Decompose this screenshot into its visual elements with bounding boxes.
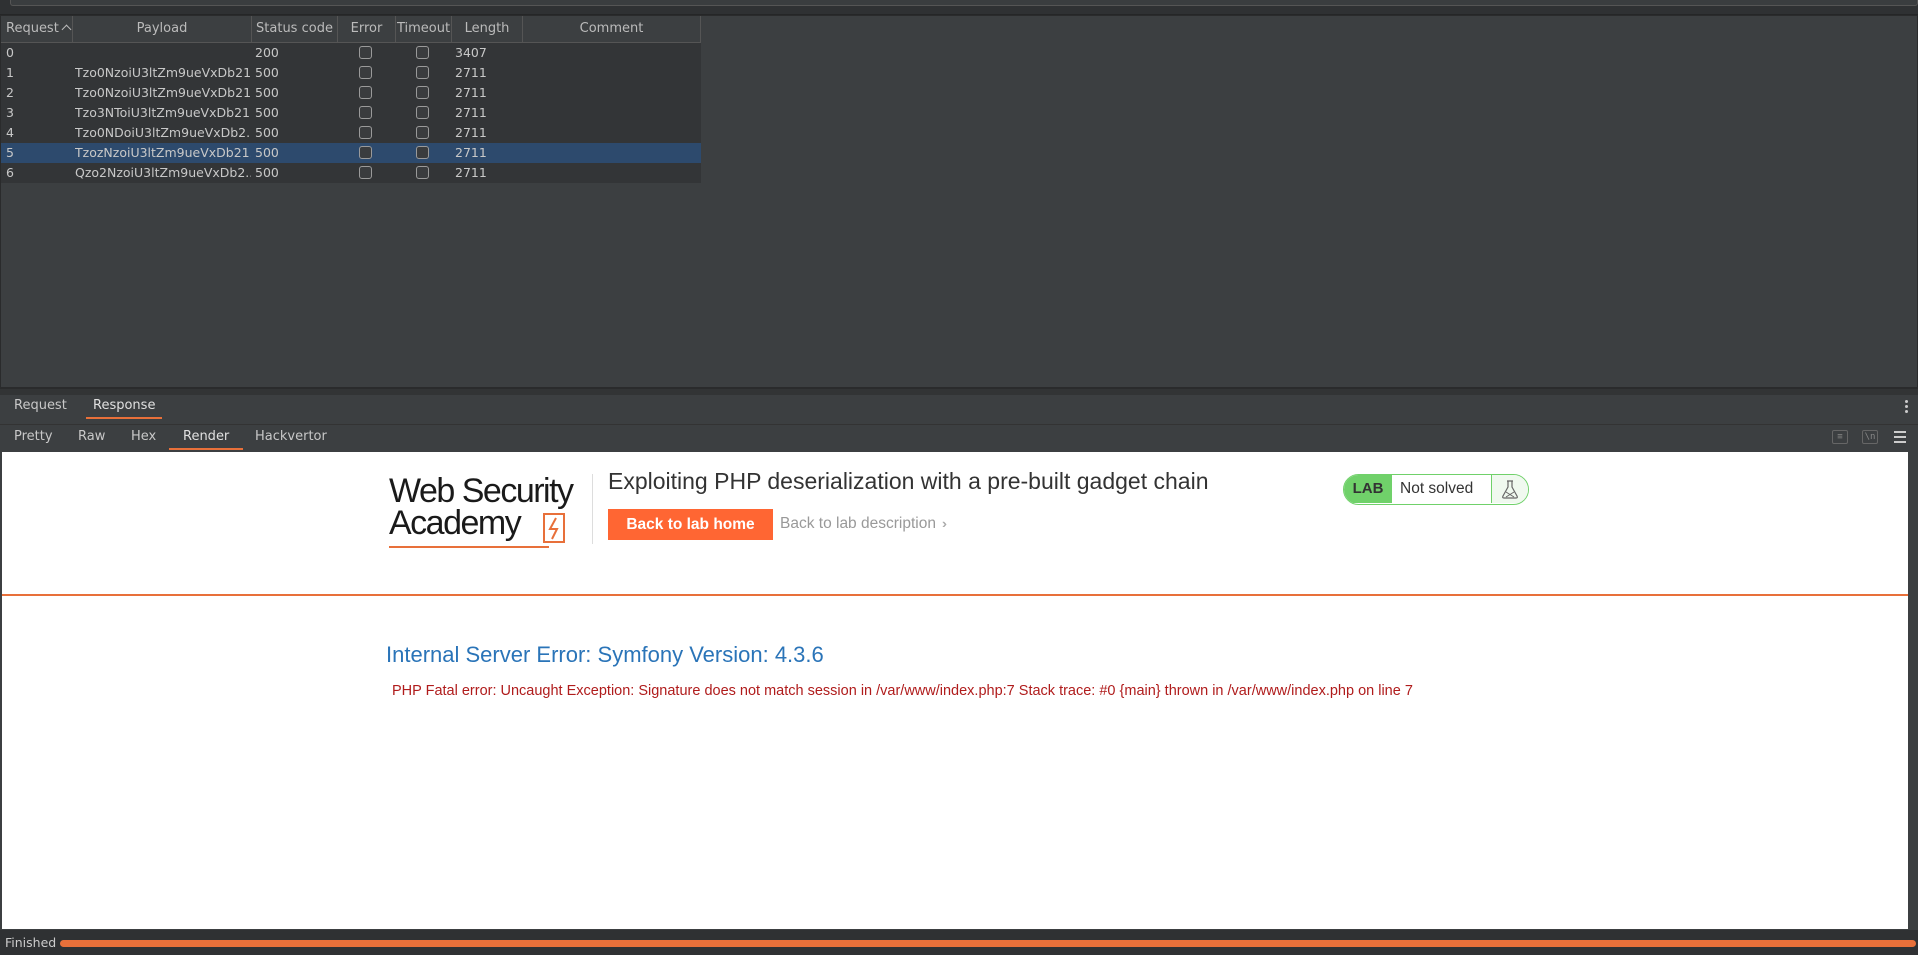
back-to-lab-home-button[interactable]: Back to lab home: [608, 509, 773, 540]
render-scrollbar[interactable]: [1908, 452, 1918, 929]
table-row[interactable]: 3 Tzo3NToiU3ltZm9ueVxDb21... 500 2711: [1, 103, 701, 123]
tab-response[interactable]: Response: [86, 395, 163, 419]
error-checkbox[interactable]: [359, 146, 372, 159]
cell-request: 4: [6, 125, 14, 140]
timeout-checkbox[interactable]: [416, 126, 429, 139]
cell-length: 2711: [455, 85, 487, 100]
cell-status: 500: [255, 165, 279, 180]
table-header: Request Payload Status code Error Timeou…: [1, 16, 701, 43]
error-checkbox[interactable]: [359, 106, 372, 119]
col-error-header[interactable]: Error: [338, 16, 396, 42]
cell-length: 2711: [455, 65, 487, 80]
cell-length: 2711: [455, 105, 487, 120]
timeout-checkbox[interactable]: [416, 106, 429, 119]
cell-length: 3407: [455, 45, 487, 60]
cell-payload: Tzo3NToiU3ltZm9ueVxDb21...: [75, 105, 251, 120]
timeout-checkbox[interactable]: [416, 166, 429, 179]
timeout-checkbox[interactable]: [416, 46, 429, 59]
cell-payload: Tzo0NzoiU3ltZm9ueVxDb21...: [75, 85, 251, 100]
timeout-checkbox[interactable]: [416, 146, 429, 159]
cell-status: 500: [255, 85, 279, 100]
cell-length: 2711: [455, 125, 487, 140]
cell-request: 2: [6, 85, 14, 100]
message-tabs: Request Response: [0, 395, 1918, 419]
cell-status: 500: [255, 65, 279, 80]
col-payload-header[interactable]: Payload: [73, 16, 252, 42]
cell-status: 500: [255, 125, 279, 140]
lab-status-text: Not solved: [1400, 480, 1474, 497]
error-checkbox[interactable]: [359, 86, 372, 99]
status-bar: Finished: [0, 930, 1918, 955]
cell-status: 200: [255, 45, 279, 60]
cell-payload: Tzo0NDoiU3ltZm9ueVxDb2...: [75, 125, 251, 140]
cell-payload: Tzo0NzoiU3ltZm9ueVxDb21...: [75, 65, 251, 80]
error-checkbox[interactable]: [359, 166, 372, 179]
view-tabs: Pretty Raw Hex Render Hackvertor ≡ \n: [0, 424, 1918, 451]
cell-request: 3: [6, 105, 14, 120]
error-checkbox[interactable]: [359, 46, 372, 59]
table-row[interactable]: 0 200 3407: [1, 43, 701, 63]
cell-length: 2711: [455, 145, 487, 160]
back-to-lab-description-link[interactable]: Back to lab description ›››: [780, 515, 947, 533]
table-row[interactable]: 5 TzozNzoiU3ltZm9ueVxDb21... 500 2711: [1, 143, 701, 163]
filter-input-edge[interactable]: [10, 0, 1918, 6]
tab-render[interactable]: Render: [169, 426, 244, 450]
error-checkbox[interactable]: [359, 66, 372, 79]
timeout-checkbox[interactable]: [416, 86, 429, 99]
table-row[interactable]: 2 Tzo0NzoiU3ltZm9ueVxDb21... 500 2711: [1, 83, 701, 103]
more-options-icon[interactable]: [1905, 400, 1908, 415]
cell-request: 1: [6, 65, 14, 80]
cell-request: 0: [6, 45, 14, 60]
col-request-header[interactable]: Request: [1, 16, 73, 42]
col-status-header[interactable]: Status code: [252, 16, 338, 42]
status-text: Finished: [5, 935, 57, 950]
show-newlines-icon[interactable]: \n: [1862, 430, 1878, 444]
tab-raw[interactable]: Raw: [71, 426, 112, 448]
error-checkbox[interactable]: [359, 126, 372, 139]
results-table: Request Payload Status code Error Timeou…: [0, 15, 1918, 388]
progress-bar: [60, 940, 1916, 947]
lab-status-badge: LAB Not solved: [1343, 474, 1529, 505]
tab-request[interactable]: Request: [7, 395, 74, 417]
col-comment-header[interactable]: Comment: [523, 16, 701, 42]
flask-icon: [1491, 475, 1528, 503]
col-length-header[interactable]: Length: [452, 16, 523, 42]
lightning-icon: [543, 513, 565, 543]
cell-payload: TzozNzoiU3ltZm9ueVxDb21...: [75, 145, 251, 160]
col-timeout-header[interactable]: Timeout: [396, 16, 452, 42]
cell-payload: [75, 43, 251, 63]
timeout-checkbox[interactable]: [416, 66, 429, 79]
error-message: PHP Fatal error: Uncaught Exception: Sig…: [392, 683, 1413, 699]
cell-request: 6: [6, 165, 14, 180]
render-view: Web Security Academy Exploiting PHP dese…: [2, 452, 1908, 929]
cell-length: 2711: [455, 165, 487, 180]
wrap-lines-icon[interactable]: ≡: [1832, 430, 1848, 444]
top-filter-bar: [0, 0, 1918, 15]
header-rule: [2, 594, 1908, 596]
tab-hex[interactable]: Hex: [124, 426, 163, 448]
tab-pretty[interactable]: Pretty: [7, 426, 60, 448]
cell-status: 500: [255, 145, 279, 160]
hamburger-menu-icon[interactable]: [1894, 431, 1906, 446]
web-security-academy-logo[interactable]: Web Security Academy: [389, 474, 595, 550]
header-divider: [592, 474, 593, 544]
cell-request: 5: [6, 145, 14, 160]
error-title: Internal Server Error: Symfony Version: …: [386, 642, 824, 667]
lab-title: Exploiting PHP deserialization with a pr…: [608, 468, 1209, 494]
cell-status: 500: [255, 105, 279, 120]
cell-payload: Qzo2NzoiU3ltZm9ueVxDb2...: [75, 165, 251, 180]
table-row[interactable]: 6 Qzo2NzoiU3ltZm9ueVxDb2... 500 2711: [1, 163, 701, 183]
sort-ascending-icon: [61, 24, 72, 35]
table-row[interactable]: 4 Tzo0NDoiU3ltZm9ueVxDb2... 500 2711: [1, 123, 701, 143]
tab-hackvertor[interactable]: Hackvertor: [248, 426, 334, 448]
table-row[interactable]: 1 Tzo0NzoiU3ltZm9ueVxDb21... 500 2711: [1, 63, 701, 83]
double-chevron-right-icon: ›››: [941, 516, 947, 531]
